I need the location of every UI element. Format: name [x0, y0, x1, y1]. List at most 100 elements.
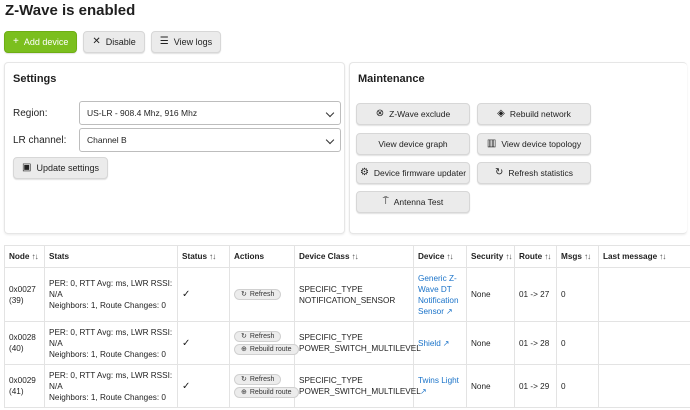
exclude-icon: ⊗	[375, 108, 385, 119]
refresh-node-button[interactable]: ↻ Refresh	[234, 289, 282, 300]
security-cell: None	[466, 364, 515, 408]
actions-cell: ↻ Refresh ⊕ Rebuild route	[229, 321, 299, 365]
sort-icon: ↑↓	[446, 252, 453, 261]
sort-icon: ↑↓	[544, 252, 551, 261]
save-icon: ▣	[22, 162, 32, 173]
rebuild-network-button[interactable]: ◈ Rebuild network	[477, 103, 591, 125]
sort-icon: ↑↓	[31, 252, 38, 261]
column-header-security[interactable]: Security ↑↓	[466, 245, 515, 268]
security-cell: None	[466, 321, 515, 365]
stats-cell: PER: 0, RTT Avg: ms, LWR RSSI: N/A Neighb…	[44, 267, 178, 322]
route-cell: 01 -> 29	[514, 364, 557, 408]
antenna-test-button[interactable]: ⍑ Antenna Test	[356, 191, 470, 213]
msgs-cell: 0	[556, 364, 599, 408]
close-icon: ✕	[92, 36, 101, 47]
column-header-device-class[interactable]: Device Class ↑↓	[294, 245, 414, 268]
external-link-icon: ↗	[420, 387, 427, 396]
view-device-topology-label: View device topology	[501, 139, 582, 149]
refresh-statistics-button[interactable]: ↻ Refresh statistics	[477, 162, 591, 184]
column-header-last-message[interactable]: Last message ↑↓	[598, 245, 690, 268]
node-id: 0x0027 (39)	[4, 267, 45, 322]
zwave-exclude-button[interactable]: ⊗ Z-Wave exclude	[356, 103, 470, 125]
view-device-graph-label: View device graph	[378, 139, 448, 149]
refresh-statistics-label: Refresh statistics	[508, 168, 574, 178]
device-link[interactable]: Generic Z-Wave DT Notification Sensor ↗	[413, 267, 467, 322]
route-cell: 01 -> 28	[514, 321, 557, 365]
msgs-cell: 0	[556, 321, 599, 365]
sort-icon: ↑↓	[583, 252, 591, 261]
sort-icon: ↑↓	[209, 252, 216, 261]
status-check-icon: ✓	[177, 267, 230, 322]
disable-button[interactable]: ✕ Disable	[83, 31, 145, 53]
device-class-cell: SPECIFIC_TYPE POWER_SWITCH_MULTILEVEL	[294, 321, 421, 365]
table-row: 0x0029 (41) PER: 0, RTT Avg: ms, LWR RSS…	[4, 364, 690, 408]
toolbar: + Add device ✕ Disable ☰ View logs	[4, 31, 222, 53]
sort-icon: ↑↓	[351, 252, 359, 261]
status-check-icon: ✓	[177, 364, 230, 408]
view-device-graph-button[interactable]: View device graph	[356, 133, 470, 155]
region-value: US-LR - 908.4 Mhz, 916 Mhz	[87, 108, 198, 118]
rebuild-route-button[interactable]: ⊕ Rebuild route	[234, 344, 299, 355]
node-id: 0x0028 (40)	[4, 321, 45, 365]
view-logs-button[interactable]: ☰ View logs	[150, 31, 222, 53]
map-icon: ▥	[486, 138, 497, 149]
zwave-exclude-label: Z-Wave exclude	[389, 109, 451, 119]
network-icon: ◈	[497, 108, 505, 119]
page-title: Z-Wave is enabled	[5, 2, 136, 19]
security-cell: None	[466, 267, 515, 322]
column-header-stats: Stats	[44, 245, 178, 268]
column-header-device[interactable]: Device ↑↓	[413, 245, 467, 268]
chevron-down-icon	[325, 135, 335, 145]
update-settings-label: Update settings	[36, 163, 99, 173]
refresh-icon: ↻	[494, 167, 504, 178]
add-device-label: Add device	[23, 37, 69, 47]
sort-icon: ↑↓	[659, 252, 666, 261]
last-message-cell	[598, 321, 690, 365]
region-select[interactable]: US-LR - 908.4 Mhz, 916 Mhz	[79, 101, 341, 125]
lr-channel-select[interactable]: Channel B	[79, 128, 341, 152]
actions-cell: ↻ Refresh	[229, 267, 295, 322]
maintenance-panel: Maintenance ⊗ Z-Wave exclude ◈ Rebuild n…	[349, 62, 687, 234]
column-header-status[interactable]: Status ↑↓	[177, 245, 230, 268]
column-header-actions: Actions	[229, 245, 295, 268]
antenna-icon: ⍑	[382, 196, 389, 207]
device-class-cell: SPECIFIC_TYPE POWER_SWITCH_MULTILEVEL	[294, 364, 421, 408]
region-label: Region:	[13, 108, 48, 119]
status-check-icon: ✓	[177, 321, 230, 365]
refresh-node-button[interactable]: ↻ Refresh	[234, 331, 282, 342]
list-icon: ☰	[159, 36, 169, 47]
settings-title: Settings	[13, 73, 57, 85]
rebuild-route-button[interactable]: ⊕ Rebuild route	[234, 387, 299, 398]
device-link[interactable]: Shield ↗	[413, 321, 467, 365]
column-header-msgs[interactable]: Msgs ↑↓	[556, 245, 599, 268]
plus-icon: +	[13, 36, 19, 47]
msgs-cell: 0	[556, 267, 599, 322]
add-device-button[interactable]: + Add device	[4, 31, 78, 53]
lr-channel-value: Channel B	[87, 135, 127, 145]
actions-cell: ↻ Refresh ⊕ Rebuild route	[229, 364, 299, 408]
chevron-down-icon	[325, 108, 335, 118]
update-settings-button[interactable]: ▣ Update settings	[13, 157, 108, 179]
device-class-cell: SPECIFIC_TYPE NOTIFICATION_SENSOR	[294, 267, 414, 322]
maintenance-title: Maintenance	[358, 73, 425, 85]
last-message-cell	[598, 267, 690, 322]
column-header-route[interactable]: Route ↑↓	[514, 245, 557, 268]
antenna-test-label: Antenna Test	[393, 197, 444, 207]
view-device-topology-button[interactable]: ▥ View device topology	[477, 133, 591, 155]
route-cell: 01 -> 27	[514, 267, 557, 322]
rebuild-network-label: Rebuild network	[509, 109, 571, 119]
lr-channel-label: LR channel:	[13, 135, 67, 146]
device-firmware-updater-button[interactable]: ⚙ Device firmware updater	[356, 162, 470, 184]
settings-panel: Settings Region: US-LR - 908.4 Mhz, 916 …	[4, 62, 345, 234]
stats-cell: PER: 0, RTT Avg: ms, LWR RSSI: N/A Neighb…	[44, 321, 178, 365]
node-id: 0x0029 (41)	[4, 364, 45, 408]
table-row: 0x0028 (40) PER: 0, RTT Avg: ms, LWR RSS…	[4, 321, 690, 365]
sort-icon: ↑↓	[505, 252, 512, 261]
table-header-row: Node ↑↓ Stats Status ↑↓ Actions Device Cla…	[4, 245, 690, 268]
device-firmware-updater-label: Device firmware updater	[373, 168, 467, 178]
device-link[interactable]: Twins Light↗	[413, 364, 467, 408]
stats-cell: PER: 0, RTT Avg: ms, LWR RSSI: N/A Neighb…	[44, 364, 178, 408]
refresh-node-button[interactable]: ↻ Refresh	[234, 374, 282, 385]
column-header-node[interactable]: Node ↑↓	[4, 245, 45, 268]
table-row: 0x0027 (39) PER: 0, RTT Avg: ms, LWR RSS…	[4, 267, 690, 322]
